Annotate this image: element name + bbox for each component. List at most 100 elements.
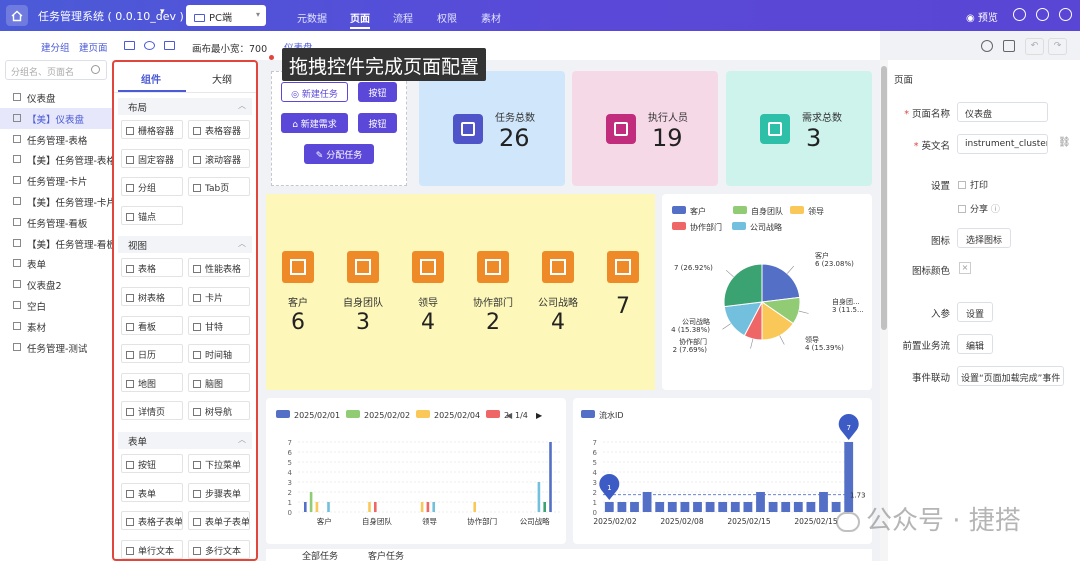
settings-list-icon[interactable] [164,41,175,50]
params-settings-button[interactable]: 设置 [957,302,994,322]
share-checkbox[interactable]: 分享 ⓘ [958,202,1000,215]
component-item[interactable]: 锚点 [121,205,183,225]
stat-card[interactable]: 任务总数 26 [419,71,565,186]
assign-task-button[interactable]: ✎ 分配任务 [304,144,374,164]
page-search-input[interactable]: 分组名、页面名 [5,60,107,80]
link-icon[interactable]: ⛓ [1058,137,1071,148]
page-list-item[interactable]: 【美】仪表盘 [0,107,112,129]
pie-slice[interactable] [723,263,763,308]
legend-prev-icon[interactable]: ◀ [506,411,513,420]
bar[interactable] [667,502,677,512]
category-stats-panel[interactable]: 客户 6 自身团队 3 领导 4 协作部门 2 公司战略 4 7 [266,194,655,390]
page-list-item[interactable]: 任务管理-卡片 [0,170,112,191]
component-item[interactable]: 脑图 [188,372,250,392]
bug-icon[interactable] [1013,8,1026,21]
bar[interactable] [693,502,702,512]
component-item[interactable]: 多行文本 [188,539,250,559]
component-item[interactable]: 固定容器 [121,148,183,168]
component-item[interactable]: 按钮 [121,454,183,473]
component-item[interactable]: 表格 [121,258,183,278]
component-item[interactable]: 下拉菜单 [188,454,250,473]
choose-icon-button[interactable]: 选择图标 [957,228,1012,248]
bar[interactable] [309,492,313,512]
pie-slice[interactable] [761,263,801,303]
component-item[interactable]: 树表格 [121,287,183,306]
bar[interactable] [368,502,371,512]
grouped-bar-chart-card[interactable]: 2025/02/01 2025/02/02 2025/02/04 2 1/4 ◀ ▶ 0 1 2 3… [266,398,566,544]
add-group-button[interactable]: 建分组 [41,40,70,54]
button-2[interactable]: 按钮 [358,113,397,133]
page-list-item[interactable]: 表单 [0,253,112,274]
page-list-item[interactable]: 空白 [0,295,112,316]
daily-bar-chart-card[interactable]: 流水ID 0 1 2 3 4 5 6 7 1.73 1 7 2025/02/02 2025/02/08 20… [573,398,872,544]
list-icon[interactable] [124,41,135,50]
bar[interactable] [793,502,803,512]
component-item[interactable]: 卡片 [188,287,250,306]
bar[interactable] [549,442,552,512]
bar[interactable] [315,502,319,512]
bar[interactable] [655,502,665,512]
nav-process[interactable]: 流程 [393,10,413,25]
component-item[interactable]: 地图 [121,372,183,392]
bar[interactable] [420,502,424,512]
stat-card[interactable]: 执行人员 19 [572,71,718,186]
color-picker-icon[interactable]: × [959,262,971,274]
bar[interactable] [327,502,330,512]
page-load-event-button[interactable]: 设置“页面加载完成”事件 [957,366,1065,386]
user-icon[interactable] [1059,8,1072,21]
page-list-item[interactable]: 仪表盘 [0,87,112,108]
tree-icon[interactable] [1003,40,1015,52]
bar[interactable] [781,502,791,512]
component-item[interactable]: Tab页 [188,177,250,197]
print-checkbox[interactable]: 打印 [958,178,988,191]
component-item[interactable]: 表单子表单 [188,511,250,531]
component-item[interactable]: 步骤表单 [188,482,250,502]
component-item[interactable]: 日历 [121,344,183,364]
tab-all-tasks[interactable]: 全部任务 [302,549,338,561]
bar[interactable] [705,502,715,512]
page-name-input[interactable]: 仪表盘 [957,102,1048,122]
page-list-item[interactable]: 【美】任务管理-表格 [0,149,112,170]
nav-assets[interactable]: 素材 [481,10,501,25]
page-list-item[interactable]: 【美】任务管理-看板 [0,233,112,254]
nav-permissions[interactable]: 权限 [437,10,457,25]
component-item[interactable]: 滚动容器 [188,148,250,168]
component-section-header[interactable]: 布局 ︿ [118,98,252,115]
nav-pages[interactable]: 页面 [350,10,370,29]
canvas-min-width[interactable]: 画布最小宽：700 [192,41,267,55]
component-item[interactable]: 树导航 [188,401,250,421]
button-group-container[interactable]: ◎ 新建任务 按钮 ⌂ 新建需求 按钮 ✎ 分配任务 [271,71,407,186]
component-item[interactable]: 栅格容器 [121,120,183,139]
component-item[interactable]: 甘特 [188,315,250,335]
component-item[interactable]: 表格子表单 [121,511,183,531]
component-section-header[interactable]: 视图 ︿ [118,236,252,254]
tab-customer-tasks[interactable]: 客户任务 [368,549,404,561]
bar[interactable] [304,502,307,512]
bar[interactable] [426,502,430,512]
scrollbar-thumb[interactable] [881,66,887,330]
tab-outline[interactable]: 大纲 [212,71,232,86]
bar[interactable] [743,502,753,512]
component-item[interactable]: 单行文本 [121,539,183,559]
bar[interactable] [432,502,435,512]
bar[interactable] [806,502,816,512]
bar[interactable] [473,502,476,512]
bar[interactable] [630,502,639,512]
new-task-button[interactable]: ◎ 新建任务 [281,82,348,102]
component-item[interactable]: 时间轴 [188,344,250,364]
page-list-item[interactable]: 【美】任务管理-卡片 [0,191,112,212]
component-item[interactable]: 详情页 [121,401,183,421]
canvas-scrollbar[interactable] [880,60,888,561]
bar[interactable] [617,502,627,512]
gear-icon[interactable] [1036,8,1049,21]
tab-components[interactable]: 组件 [141,71,161,86]
chevron-down-icon[interactable]: ▾ [160,7,165,17]
component-item[interactable]: 看板 [121,315,183,335]
pre-flow-edit-button[interactable]: 编辑 [957,334,994,354]
english-name-input[interactable]: instrument_cluster_ [957,134,1048,154]
eye-icon[interactable] [981,40,993,52]
page-list-item[interactable]: 任务管理-看板 [0,212,112,233]
bar[interactable] [680,502,690,512]
page-list-item[interactable]: 仪表盘2 [0,274,112,295]
bar[interactable] [374,502,377,512]
